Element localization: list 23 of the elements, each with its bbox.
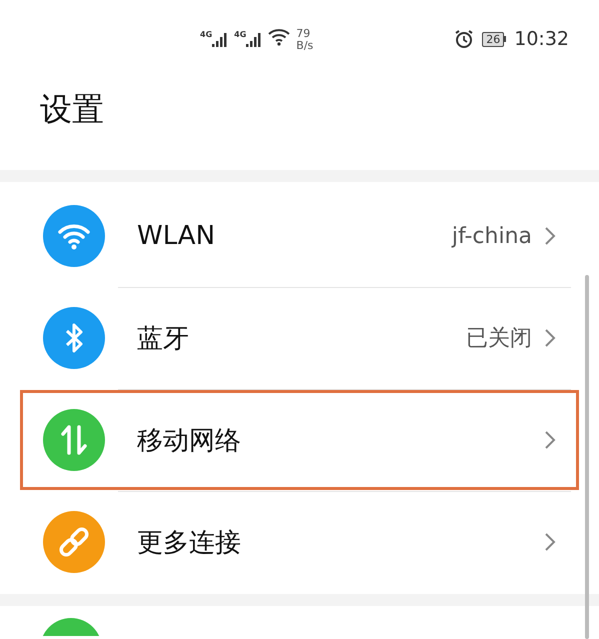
speed-value: 79: [296, 28, 312, 40]
clock-time: 10:32: [514, 28, 569, 50]
chevron-icon: [544, 328, 556, 348]
chevron-icon: [544, 226, 556, 246]
arrows-icon: [43, 409, 105, 471]
bluetooth-icon: [43, 307, 105, 369]
network-type-label: 4G: [234, 30, 246, 39]
network-type-label: 4G: [200, 30, 212, 39]
setting-value: jf-china: [452, 224, 532, 248]
chevron-icon: [544, 532, 556, 552]
settings-item[interactable]: 蓝牙 已关闭: [20, 288, 579, 388]
settings-item[interactable]: WLAN jf-china: [20, 186, 579, 286]
battery-icon: 26: [482, 32, 506, 46]
link-icon: [43, 511, 105, 573]
setting-value: 已关闭: [466, 325, 532, 353]
page-title: 设置: [39, 89, 105, 130]
chevron-icon: [544, 430, 556, 450]
speed-unit: B/s: [296, 40, 314, 52]
wifi-icon: [268, 28, 290, 46]
settings-item[interactable]: 移动网络: [20, 390, 579, 490]
wifi-icon: [43, 205, 105, 267]
alarm-icon: [454, 29, 474, 49]
settings-item[interactable]: 更多连接: [20, 492, 579, 592]
